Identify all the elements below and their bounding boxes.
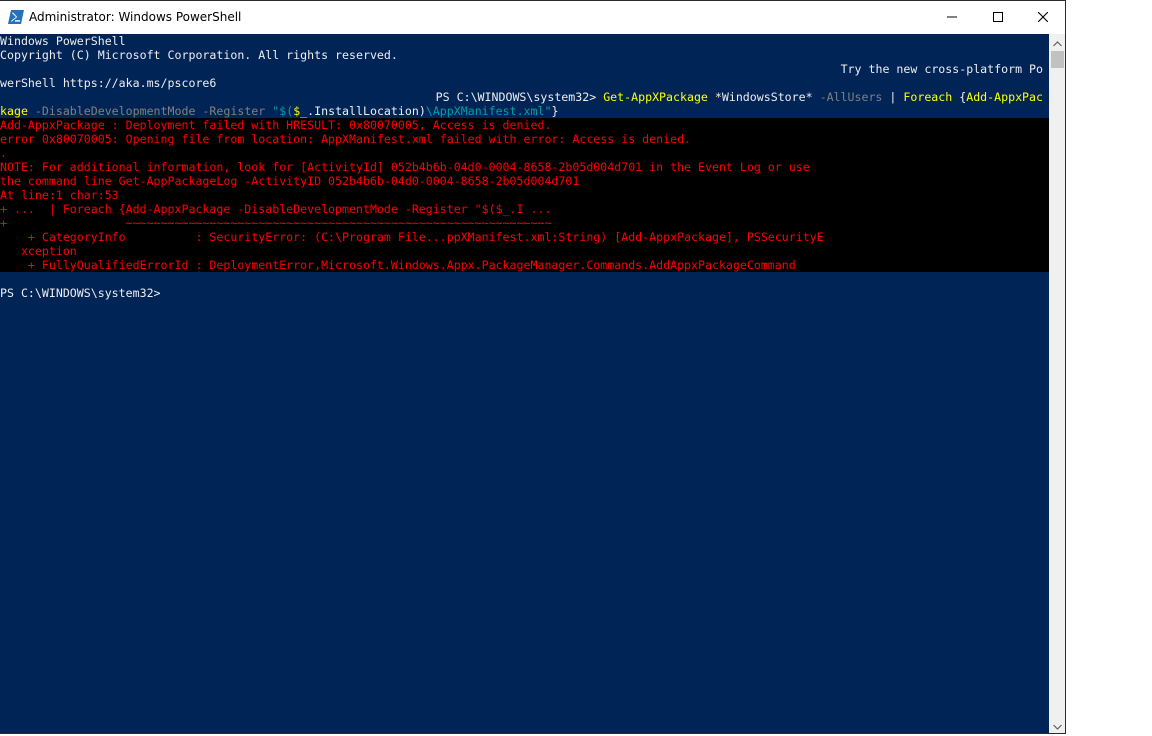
error-line: the command line Get-AppPackageLog -Acti…: [0, 174, 580, 188]
maximize-icon: [993, 11, 1003, 25]
brace-text: {: [952, 90, 967, 104]
powershell-window: Administrator: Windows PowerShell Window…: [0, 0, 1066, 734]
notice-line: Try the new cross-platform Po: [840, 62, 1043, 76]
variable-text: $_: [293, 104, 308, 118]
command-line: PS C:\WINDOWS\system32> Get-AppXPackage …: [436, 90, 1043, 104]
scroll-down-button[interactable]: [1049, 717, 1065, 734]
scroll-up-button[interactable]: [1049, 34, 1065, 52]
error-line: NOTE: For additional information, look f…: [0, 160, 810, 174]
console-output[interactable]: Windows PowerShell Copyright (C) Microso…: [0, 34, 1049, 733]
notice-line-continued: werShell https://aka.ms/pscore6: [0, 76, 217, 90]
cmdlet-text: kage: [0, 104, 28, 118]
scroll-thumb[interactable]: [1051, 51, 1064, 68]
command-line-continued: kage -DisableDevelopmentMode -Register "…: [0, 104, 558, 118]
powershell-icon: [8, 10, 24, 24]
foreach-text: Foreach: [903, 90, 953, 104]
window-title: Administrator: Windows PowerShell: [29, 10, 242, 24]
error-line: + FullyQualifiedErrorId : DeploymentErro…: [0, 258, 796, 272]
brace-text: }: [551, 104, 559, 118]
error-line: error 0x80070005: Opening file from loca…: [0, 132, 692, 146]
cmdlet-text: Get-AppXPackage: [603, 90, 708, 104]
minimize-icon: [947, 11, 957, 25]
error-line: .: [0, 146, 7, 160]
chevron-up-icon: [1053, 34, 1062, 52]
final-prompt: PS C:\WINDOWS\system32>: [0, 286, 161, 300]
error-line: + ~~~~~~~~~~~~~~~~~~~~~~~~~~~~~~~~~~~~~~…: [0, 216, 552, 230]
error-line: Add-AppxPackage : Deployment failed with…: [0, 118, 552, 132]
copyright-line: Copyright (C) Microsoft Corporation. All…: [0, 48, 398, 62]
maximize-button[interactable]: [975, 1, 1021, 34]
chevron-down-icon: [1053, 717, 1062, 734]
minimize-button[interactable]: [929, 1, 975, 34]
prompt-text: PS C:\WINDOWS\system32>: [435, 90, 604, 104]
argument-text: *WindowsStore*: [707, 90, 820, 104]
error-line: xception: [0, 244, 77, 258]
pipe-text: |: [882, 90, 904, 104]
vertical-scrollbar[interactable]: [1049, 34, 1065, 734]
string-text: \AppXManifest.xml": [425, 104, 552, 118]
parameter-text: -AllUsers: [819, 90, 883, 104]
string-text: "$(: [265, 104, 294, 118]
parameter-text: -Register: [195, 104, 266, 118]
title-bar[interactable]: Administrator: Windows PowerShell: [0, 1, 1065, 34]
header-line: Windows PowerShell: [0, 34, 126, 48]
close-icon: [1037, 11, 1049, 25]
cmdlet-text: Add-AppxPac: [966, 90, 1043, 104]
close-button[interactable]: [1020, 1, 1065, 34]
parameter-text: -DisableDevelopmentMode: [27, 104, 196, 118]
error-line: At line:1 char:53: [0, 188, 119, 202]
property-text: .InstallLocation): [307, 104, 426, 118]
error-line: + CategoryInfo : SecurityError: (C:\Prog…: [0, 230, 824, 244]
error-line: + ... | Foreach {Add-AppxPackage -Disabl…: [0, 202, 552, 216]
